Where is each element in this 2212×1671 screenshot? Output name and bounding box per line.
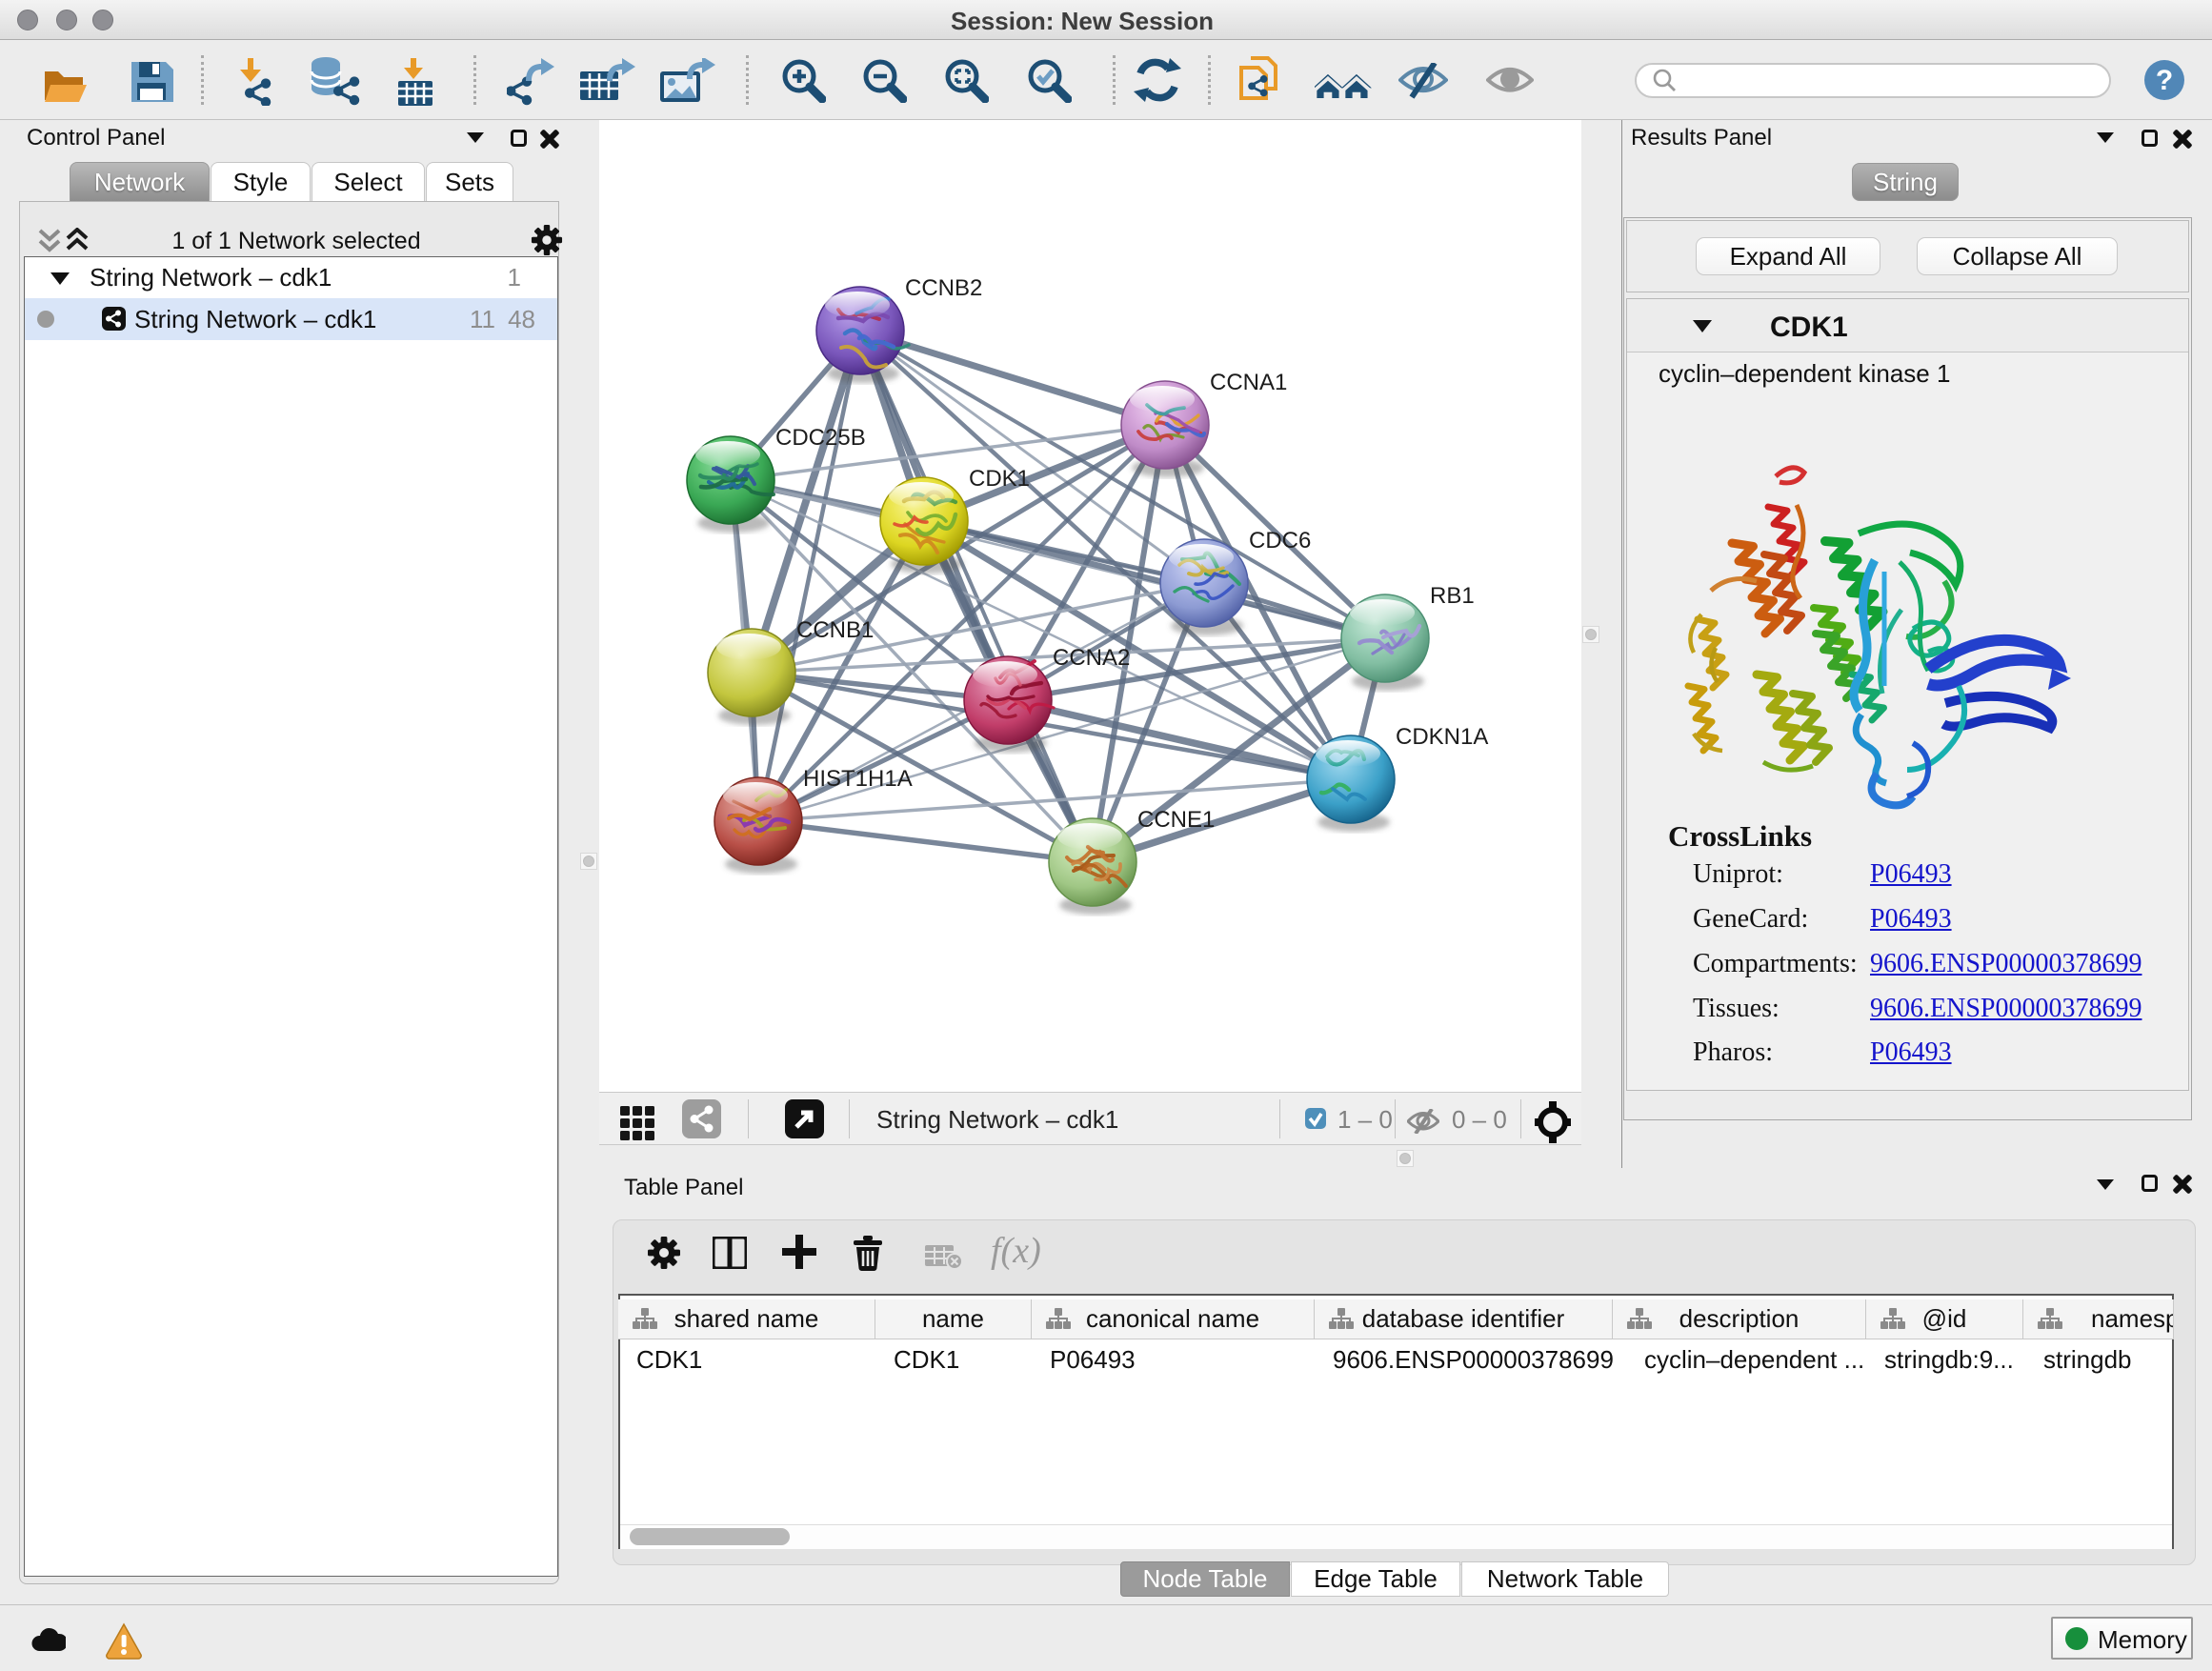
svg-text:CDC6: CDC6	[1249, 528, 1311, 554]
svg-text:CCNE1: CCNE1	[1137, 807, 1215, 833]
svg-text:CCNB1: CCNB1	[796, 617, 874, 643]
svg-text:CDK1: CDK1	[969, 466, 1030, 492]
svg-text:CDC25B: CDC25B	[775, 425, 866, 451]
svg-text:CCNB2: CCNB2	[905, 275, 982, 301]
svg-text:CCNA1: CCNA1	[1210, 370, 1287, 395]
svg-text:CDKN1A: CDKN1A	[1396, 724, 1488, 750]
svg-text:HIST1H1A: HIST1H1A	[803, 766, 913, 792]
svg-text:CCNA2: CCNA2	[1053, 645, 1130, 671]
svg-text:RB1: RB1	[1430, 583, 1475, 609]
svg-text:?: ?	[2156, 65, 2173, 96]
